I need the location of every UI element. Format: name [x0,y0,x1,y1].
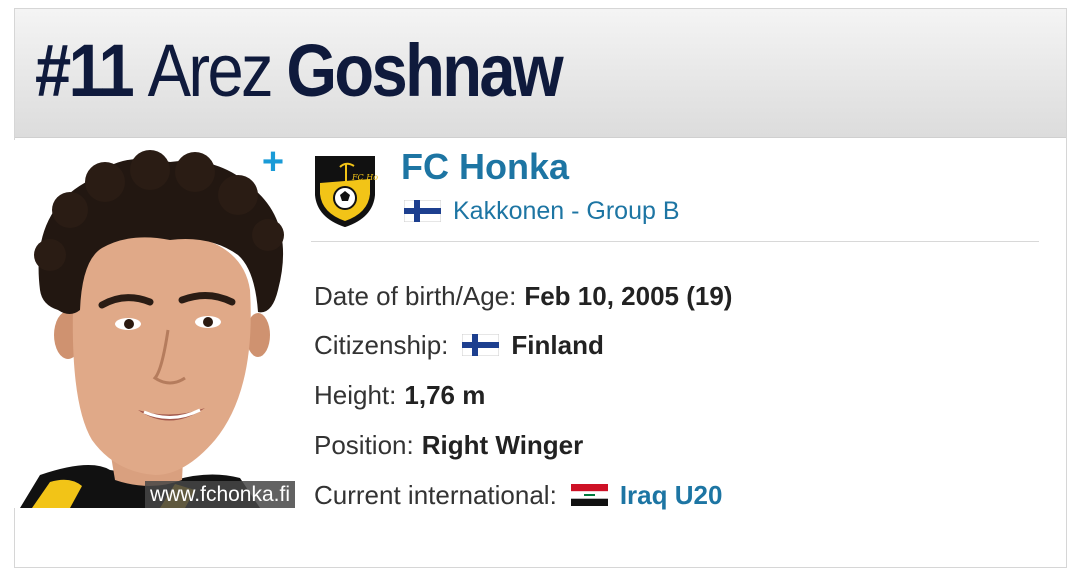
international-label: Current international: [314,479,557,510]
citizenship-row: Citizenship: Finland [314,328,604,362]
crest-lettering: FC Honka [351,173,378,182]
club-name-link[interactable]: FC Honka [401,146,569,188]
position-row: Position: Right Winger [314,428,583,462]
iraq-flag-icon [570,484,608,506]
profile-header: #11 Arez Goshnaw [15,9,1066,138]
citizenship-label: Citizenship: [314,329,449,360]
dob-label: Date of birth/Age: [314,280,517,311]
shirt-number: #11 [35,29,135,112]
section-divider [311,241,1039,242]
league-row: Kakkonen - Group B [404,196,680,226]
player-photo: www.fchonka.fi [10,140,295,508]
first-name: Arez [147,29,274,112]
club-crest-icon[interactable]: FC Honka [312,153,378,229]
league-link[interactable]: Kakkonen - Group B [453,197,680,226]
dob-value: Feb 10, 2005 (19) [524,280,733,311]
international-row: Current international: Iraq U20 [314,478,722,512]
citizenship-value: Finland [511,329,604,360]
player-title: #11 Arez Goshnaw [35,29,564,112]
photo-credit: www.fchonka.fi [144,481,295,508]
plus-icon[interactable]: + [258,143,288,181]
dob-row: Date of birth/Age: Feb 10, 2005 (19) [314,279,732,313]
position-value: Right Winger [421,429,584,460]
player-portrait [10,140,295,508]
height-value: 1,76 m [404,379,486,410]
international-team-link[interactable]: Iraq U20 [620,480,723,511]
position-label: Position: [314,429,414,460]
finland-flag-icon [404,200,441,222]
finland-flag-icon [462,334,500,356]
height-row: Height: 1,76 m [314,378,485,412]
last-name: Goshnaw [286,29,563,112]
height-label: Height: [314,379,397,410]
